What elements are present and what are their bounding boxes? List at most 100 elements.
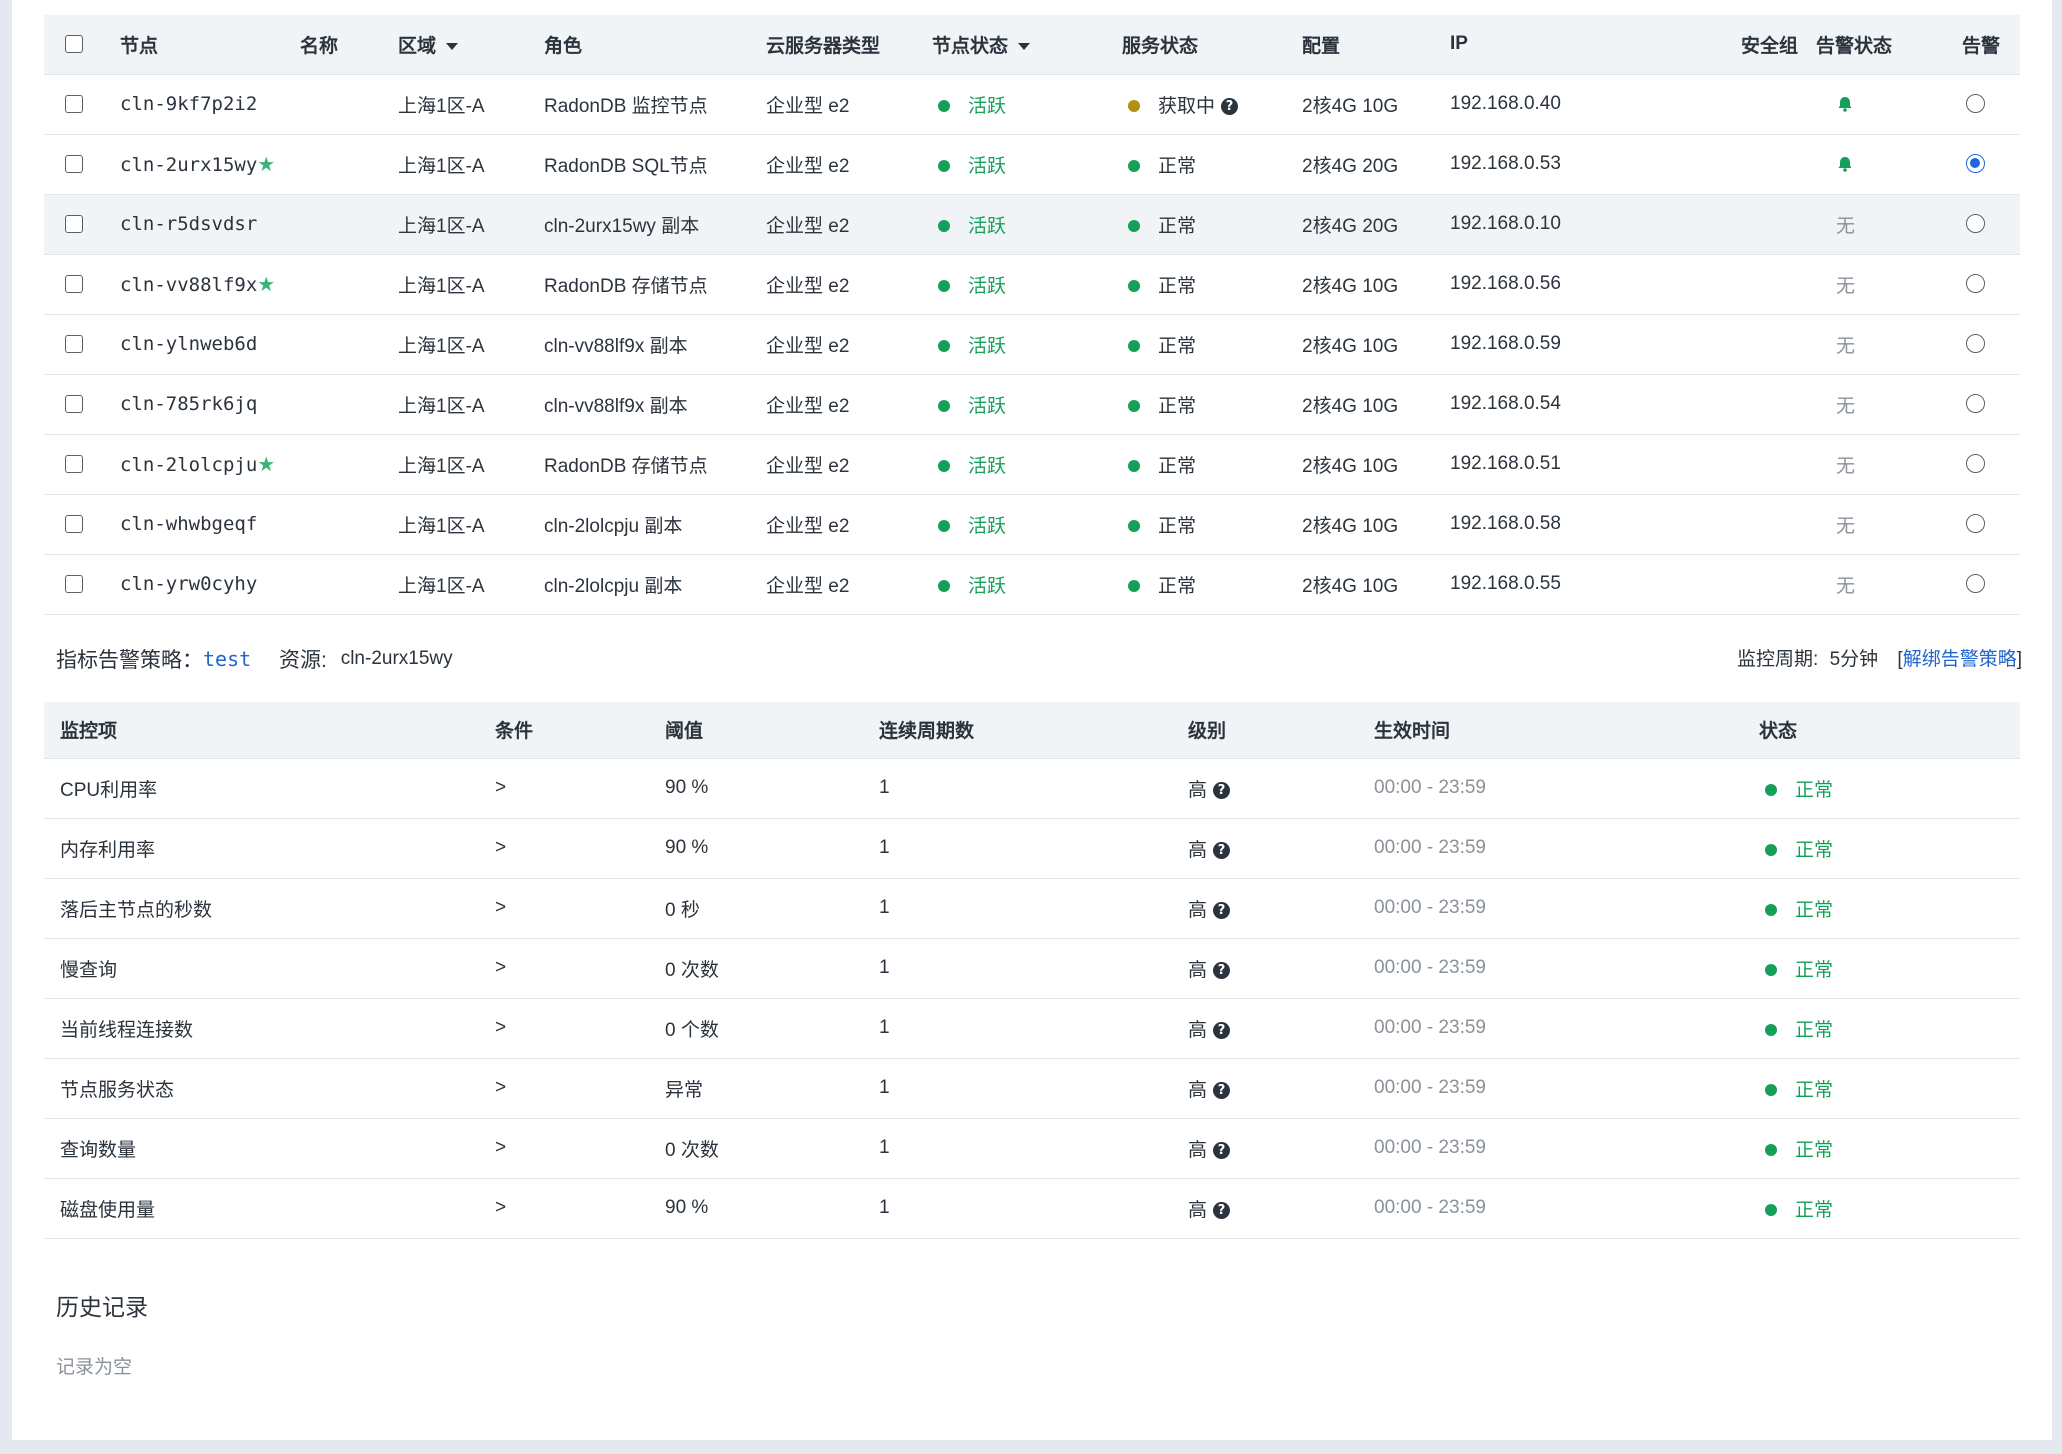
metric-status-cell: 正常 (1759, 1178, 2020, 1239)
node-id-cell[interactable]: cln-2lolcpju★ (88, 434, 300, 495)
node-id-cell[interactable]: cln-785rk6jq (88, 374, 300, 435)
metric-level: 高 (1188, 1199, 1208, 1221)
row-checkbox[interactable] (65, 94, 83, 113)
row-checkbox[interactable] (65, 514, 83, 533)
header-node-status[interactable]: 节点状态 (932, 15, 1122, 74)
node-status-dot (938, 400, 950, 413)
node-id-cell[interactable]: cln-whwbgeqf (88, 494, 300, 555)
row-checkbox-cell[interactable] (44, 134, 88, 195)
help-question-icon[interactable]: ? (1213, 1081, 1231, 1099)
node-id-cell[interactable]: cln-yrw0cyhy (88, 554, 300, 615)
help-question-icon[interactable]: ? (1213, 841, 1231, 859)
row-checkbox-cell[interactable] (44, 254, 88, 315)
table-row[interactable]: cln-ylnweb6d 上海1区-A cln-vv88lf9x 副本 企业型 e2 活… (44, 314, 2020, 375)
node-status-filter-caret-icon[interactable] (1018, 43, 1031, 51)
header-instance-type: 云服务器类型 (766, 35, 881, 57)
policy-name-link[interactable]: test (203, 647, 251, 671)
alarm-radio[interactable] (1966, 214, 1985, 234)
table-row[interactable]: cln-whwbgeqf 上海1区-A cln-2lolcpju 副本 企业型 e2 活… (44, 494, 2020, 555)
metric-periods: 1 (879, 1178, 1188, 1239)
row-checkbox-cell[interactable] (44, 434, 88, 495)
row-checkbox[interactable] (65, 274, 83, 293)
node-id[interactable]: cln-2urx15wy (120, 154, 257, 176)
table-row[interactable]: cln-9kf7p2i2 上海1区-A RadonDB 监控节点 企业型 e2 活跃 获取… (44, 74, 2020, 135)
node-id-cell[interactable]: cln-9kf7p2i2 (88, 74, 300, 135)
node-id[interactable]: cln-785rk6jq (120, 393, 257, 415)
node-config: 2核4G 10G (1302, 74, 1450, 135)
alarm-radio[interactable] (1966, 94, 1985, 114)
node-id[interactable]: cln-9kf7p2i2 (120, 93, 257, 115)
help-question-icon[interactable]: ? (1213, 1021, 1231, 1039)
metric-condition: > (495, 758, 665, 819)
table-row: 慢查询 >0 次数 1 高? 00:00 - 23:59 正常 (44, 938, 2020, 999)
unbind-policy-link[interactable]: 解绑告警策略 (1903, 649, 2017, 670)
alarm-radio-cell[interactable] (1928, 314, 2020, 375)
help-question-icon[interactable]: ? (1213, 901, 1231, 919)
help-question-icon[interactable]: ? (1213, 1141, 1231, 1159)
select-all-checkbox[interactable] (65, 35, 83, 54)
row-checkbox-cell[interactable] (44, 194, 88, 255)
node-id-cell[interactable]: cln-ylnweb6d (88, 314, 300, 375)
node-id-cell[interactable]: cln-2urx15wy★ (88, 134, 300, 195)
table-row[interactable]: cln-vv88lf9x★ 上海1区-A RadonDB 存储节点 企业型 e2 活跃 正… (44, 254, 2020, 315)
alarm-radio-cell[interactable] (1928, 434, 2020, 495)
node-table: 节点 名称 区域 角色 云服务器类型 节点状态 服务状态 配置 IP 安全组 告… (44, 15, 2020, 615)
row-checkbox-cell[interactable] (44, 74, 88, 135)
alarm-radio[interactable] (1966, 454, 1985, 474)
help-question-icon[interactable]: ? (1213, 781, 1231, 799)
table-row[interactable]: cln-yrw0cyhy 上海1区-A cln-2lolcpju 副本 企业型 e2 活… (44, 554, 2020, 615)
row-checkbox[interactable] (65, 394, 83, 413)
node-id[interactable]: cln-ylnweb6d (120, 333, 257, 355)
service-status-dot (1128, 100, 1140, 113)
alarm-radio[interactable] (1966, 334, 1985, 354)
alarm-radio-cell[interactable] (1928, 254, 2020, 315)
alarm-radio[interactable] (1966, 154, 1985, 174)
row-checkbox-cell[interactable] (44, 314, 88, 375)
table-row[interactable]: cln-2lolcpju★ 上海1区-A RadonDB 存储节点 企业型 e2 活跃 正… (44, 434, 2020, 495)
metric-level: 高 (1188, 899, 1208, 921)
alarm-radio-cell[interactable] (1928, 134, 2020, 195)
row-checkbox[interactable] (65, 574, 83, 593)
header-zone-label: 区域 (398, 35, 437, 57)
node-id-cell[interactable]: cln-vv88lf9x★ (88, 254, 300, 315)
row-checkbox-cell[interactable] (44, 494, 88, 555)
row-checkbox[interactable] (65, 154, 83, 173)
table-row[interactable]: cln-2urx15wy★ 上海1区-A RadonDB SQL节点 企业型 e2 活跃… (44, 134, 2020, 195)
alarm-radio[interactable] (1966, 394, 1985, 414)
alarm-radio-cell[interactable] (1928, 374, 2020, 435)
node-id[interactable]: cln-2lolcpju (120, 454, 257, 476)
node-instance-type: 企业型 e2 (766, 194, 932, 255)
node-id-cell[interactable]: cln-r5dsvdsr (88, 194, 300, 255)
alarm-radio-cell[interactable] (1928, 194, 2020, 255)
metric-status-text: 正常 (1795, 839, 1834, 861)
metric-status-dot (1765, 964, 1777, 977)
help-question-icon[interactable]: ? (1221, 97, 1239, 115)
node-id[interactable]: cln-yrw0cyhy (120, 573, 257, 595)
select-all-checkbox-cell[interactable] (44, 15, 88, 74)
row-checkbox[interactable] (65, 454, 83, 473)
table-row[interactable]: cln-785rk6jq 上海1区-A cln-vv88lf9x 副本 企业型 e2 活… (44, 374, 2020, 435)
row-checkbox-cell[interactable] (44, 374, 88, 435)
node-id[interactable]: cln-whwbgeqf (120, 513, 257, 535)
alarm-radio-cell[interactable] (1928, 74, 2020, 135)
node-status-cell: 活跃 (932, 434, 1122, 495)
row-checkbox-cell[interactable] (44, 554, 88, 615)
alarm-radio[interactable] (1966, 574, 1985, 594)
help-question-icon[interactable]: ? (1213, 1201, 1231, 1219)
node-id[interactable]: cln-r5dsvdsr (120, 213, 257, 235)
header-zone[interactable]: 区域 (398, 15, 544, 74)
alarm-radio[interactable] (1966, 514, 1985, 534)
alarm-radio-cell[interactable] (1928, 554, 2020, 615)
table-row[interactable]: cln-r5dsvdsr 上海1区-A cln-2urx15wy 副本 企业型 e2 活… (44, 194, 2020, 255)
alarm-radio[interactable] (1966, 274, 1985, 294)
row-checkbox[interactable] (65, 334, 83, 353)
node-instance-type: 企业型 e2 (766, 374, 932, 435)
node-id[interactable]: cln-vv88lf9x (120, 274, 257, 296)
service-status-cell: 正常 (1122, 494, 1302, 555)
zone-filter-caret-icon[interactable] (446, 43, 459, 51)
alarm-radio-cell[interactable] (1928, 494, 2020, 555)
row-checkbox[interactable] (65, 214, 83, 233)
node-table-header: 节点 名称 区域 角色 云服务器类型 节点状态 服务状态 配置 IP 安全组 告… (44, 15, 2020, 74)
alarm-policy-bar: 指标告警策略：test 资源: cln-2urx15wy 监控周期: 5分钟 [… (56, 644, 2022, 674)
help-question-icon[interactable]: ? (1213, 961, 1231, 979)
